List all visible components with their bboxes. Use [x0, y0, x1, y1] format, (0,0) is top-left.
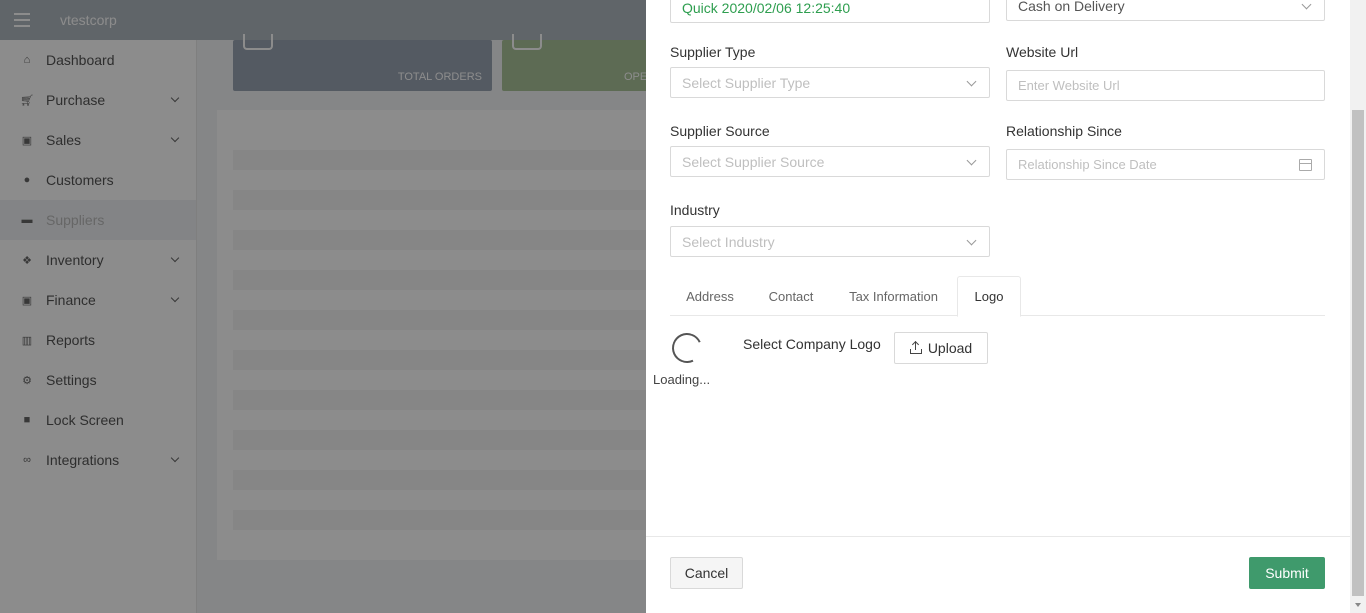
select-company-logo-label: Select Company Logo — [743, 336, 881, 352]
submit-button[interactable]: Submit — [1249, 557, 1325, 589]
industry-select[interactable]: Select Industry — [670, 226, 990, 257]
industry-label: Industry — [670, 202, 720, 218]
chevron-down-icon — [966, 76, 977, 87]
chevron-down-icon — [966, 155, 977, 166]
supplier-source-label: Supplier Source — [670, 123, 770, 139]
scrollbar-thumb[interactable] — [1352, 110, 1364, 596]
website-url-input[interactable]: Enter Website Url — [1006, 70, 1325, 101]
tab-address[interactable]: Address — [670, 276, 750, 316]
supplier-source-select[interactable]: Select Supplier Source — [670, 146, 990, 177]
supplier-name-value: Quick 2020/02/06 12:25:40 — [682, 0, 851, 16]
supplier-type-label: Supplier Type — [670, 44, 756, 60]
upload-button[interactable]: Upload — [894, 332, 988, 364]
industry-placeholder: Select Industry — [682, 233, 775, 250]
upload-button-label: Upload — [927, 340, 973, 356]
upload-icon — [909, 340, 922, 354]
supplier-name-field[interactable]: Quick 2020/02/06 12:25:40 — [670, 0, 990, 23]
tab-contact[interactable]: Contact — [752, 276, 830, 316]
cancel-button[interactable]: Cancel — [670, 557, 743, 589]
tab-logo[interactable]: Logo — [957, 276, 1021, 317]
payment-method-value: Cash on Delivery — [1018, 0, 1125, 14]
relationship-since-placeholder: Relationship Since Date — [1018, 157, 1157, 172]
supplier-type-select[interactable]: Select Supplier Type — [670, 67, 990, 98]
drawer-scrollbar[interactable] — [1350, 0, 1366, 613]
loading-text: Loading... — [653, 372, 711, 387]
calendar-icon[interactable] — [1299, 159, 1312, 171]
relationship-since-datepicker[interactable]: Relationship Since Date — [1006, 149, 1325, 180]
relationship-since-label: Relationship Since — [1006, 123, 1122, 139]
chevron-down-icon — [966, 235, 977, 246]
tab-tax-information[interactable]: Tax Information — [836, 276, 951, 316]
drawer-footer-divider — [646, 536, 1350, 537]
chevron-down-icon — [1301, 0, 1312, 10]
supplier-source-placeholder: Select Supplier Source — [682, 153, 825, 170]
payment-method-select[interactable]: Cash on Delivery — [1006, 0, 1325, 21]
scroll-down-arrow-icon[interactable] — [1355, 603, 1361, 607]
supplier-type-placeholder: Select Supplier Type — [682, 74, 811, 91]
supplier-details-tabs: Address Contact Tax Information Logo — [670, 276, 1325, 317]
website-url-placeholder: Enter Website Url — [1018, 78, 1120, 93]
modal-overlay[interactable] — [0, 0, 646, 613]
website-url-label: Website Url — [1006, 44, 1079, 60]
